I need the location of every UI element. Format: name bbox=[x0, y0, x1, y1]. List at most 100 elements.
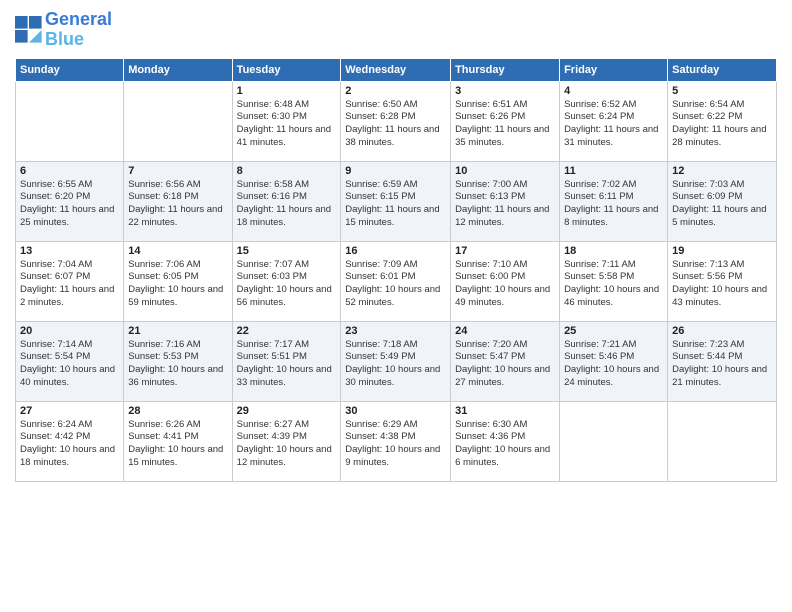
day-number: 6 bbox=[20, 165, 119, 177]
day-number: 1 bbox=[237, 85, 337, 97]
weekday-header: Friday bbox=[560, 58, 668, 81]
calendar-cell: 8 Sunrise: 6:58 AMSunset: 6:16 PMDaylight… bbox=[232, 161, 341, 241]
cell-info: Sunrise: 6:59 AMSunset: 6:15 PMDaylight:… bbox=[345, 179, 446, 230]
calendar-cell: 29 Sunrise: 6:27 AMSunset: 4:39 PMDayligh… bbox=[232, 401, 341, 481]
logo-text: GeneralBlue bbox=[45, 10, 112, 50]
day-number: 15 bbox=[237, 245, 337, 257]
day-number: 27 bbox=[20, 405, 119, 417]
day-number: 20 bbox=[20, 325, 119, 337]
day-number: 24 bbox=[455, 325, 555, 337]
weekday-header: Thursday bbox=[451, 58, 560, 81]
day-number: 22 bbox=[237, 325, 337, 337]
day-number: 28 bbox=[128, 405, 227, 417]
calendar-cell: 23Sunrise: 7:18 AMSunset: 5:49 PMDayligh… bbox=[341, 321, 451, 401]
calendar-cell: 31 Sunrise: 6:30 AMSunset: 4:36 PMDayligh… bbox=[451, 401, 560, 481]
cell-info: Sunrise: 6:50 AMSunset: 6:28 PMDaylight:… bbox=[345, 99, 446, 150]
day-number: 19 bbox=[672, 245, 772, 257]
logo: GeneralBlue bbox=[15, 10, 112, 50]
day-number: 4 bbox=[564, 85, 663, 97]
calendar-cell: 27 Sunrise: 6:24 AMSunset: 4:42 PMDayligh… bbox=[16, 401, 124, 481]
day-number: 26 bbox=[672, 325, 772, 337]
calendar-week-row: 27 Sunrise: 6:24 AMSunset: 4:42 PMDayligh… bbox=[16, 401, 777, 481]
logo-icon bbox=[15, 16, 43, 44]
calendar-cell: 4 Sunrise: 6:52 AMSunset: 6:24 PMDaylight… bbox=[560, 81, 668, 161]
day-number: 7 bbox=[128, 165, 227, 177]
weekday-header: Saturday bbox=[668, 58, 777, 81]
cell-info: Sunrise: 6:30 AMSunset: 4:36 PMDaylight:… bbox=[455, 419, 555, 470]
calendar-cell: 25Sunrise: 7:21 AMSunset: 5:46 PMDayligh… bbox=[560, 321, 668, 401]
day-number: 14 bbox=[128, 245, 227, 257]
cell-info: Sunrise: 6:48 AMSunset: 6:30 PMDaylight:… bbox=[237, 99, 337, 150]
calendar-cell: 26 Sunrise: 7:23 AMSunset: 5:44 PMDayligh… bbox=[668, 321, 777, 401]
weekday-header: Sunday bbox=[16, 58, 124, 81]
cell-info: Sunrise: 7:04 AMSunset: 6:07 PMDaylight:… bbox=[20, 259, 119, 310]
day-number: 30 bbox=[345, 405, 446, 417]
day-number: 18 bbox=[564, 245, 663, 257]
calendar-cell bbox=[124, 81, 232, 161]
calendar-table: SundayMondayTuesdayWednesdayThursdayFrid… bbox=[15, 58, 777, 482]
cell-info: Sunrise: 7:13 AMSunset: 5:56 PMDaylight:… bbox=[672, 259, 772, 310]
calendar-cell: 7 Sunrise: 6:56 AMSunset: 6:18 PMDaylight… bbox=[124, 161, 232, 241]
calendar-cell: 18Sunrise: 7:11 AMSunset: 5:58 PMDayligh… bbox=[560, 241, 668, 321]
calendar-cell: 28 Sunrise: 6:26 AMSunset: 4:41 PMDayligh… bbox=[124, 401, 232, 481]
page-header: GeneralBlue bbox=[15, 10, 777, 50]
calendar-cell bbox=[668, 401, 777, 481]
cell-info: Sunrise: 7:03 AMSunset: 6:09 PMDaylight:… bbox=[672, 179, 772, 230]
calendar-cell bbox=[560, 401, 668, 481]
calendar-cell: 1 Sunrise: 6:48 AMSunset: 6:30 PMDaylight… bbox=[232, 81, 341, 161]
cell-info: Sunrise: 7:20 AMSunset: 5:47 PMDaylight:… bbox=[455, 339, 555, 390]
cell-info: Sunrise: 6:51 AMSunset: 6:26 PMDaylight:… bbox=[455, 99, 555, 150]
day-number: 31 bbox=[455, 405, 555, 417]
day-number: 12 bbox=[672, 165, 772, 177]
day-number: 13 bbox=[20, 245, 119, 257]
cell-info: Sunrise: 6:52 AMSunset: 6:24 PMDaylight:… bbox=[564, 99, 663, 150]
calendar-cell: 3 Sunrise: 6:51 AMSunset: 6:26 PMDaylight… bbox=[451, 81, 560, 161]
cell-info: Sunrise: 7:23 AMSunset: 5:44 PMDaylight:… bbox=[672, 339, 772, 390]
weekday-header: Monday bbox=[124, 58, 232, 81]
day-number: 8 bbox=[237, 165, 337, 177]
cell-info: Sunrise: 7:17 AMSunset: 5:51 PMDaylight:… bbox=[237, 339, 337, 390]
calendar-cell: 11Sunrise: 7:02 AMSunset: 6:11 PMDayligh… bbox=[560, 161, 668, 241]
day-number: 29 bbox=[237, 405, 337, 417]
calendar-cell: 6Sunrise: 6:55 AMSunset: 6:20 PMDaylight… bbox=[16, 161, 124, 241]
calendar-cell: 30 Sunrise: 6:29 AMSunset: 4:38 PMDayligh… bbox=[341, 401, 451, 481]
calendar-cell: 12 Sunrise: 7:03 AMSunset: 6:09 PMDayligh… bbox=[668, 161, 777, 241]
day-number: 16 bbox=[345, 245, 446, 257]
day-number: 2 bbox=[345, 85, 446, 97]
day-number: 17 bbox=[455, 245, 555, 257]
cell-info: Sunrise: 7:14 AMSunset: 5:54 PMDaylight:… bbox=[20, 339, 119, 390]
day-number: 9 bbox=[345, 165, 446, 177]
calendar-week-row: 20 Sunrise: 7:14 AMSunset: 5:54 PMDayligh… bbox=[16, 321, 777, 401]
calendar-cell: 2 Sunrise: 6:50 AMSunset: 6:28 PMDaylight… bbox=[341, 81, 451, 161]
calendar-week-row: 1 Sunrise: 6:48 AMSunset: 6:30 PMDaylight… bbox=[16, 81, 777, 161]
day-number: 25 bbox=[564, 325, 663, 337]
cell-info: Sunrise: 7:06 AMSunset: 6:05 PMDaylight:… bbox=[128, 259, 227, 310]
calendar-cell: 13 Sunrise: 7:04 AMSunset: 6:07 PMDayligh… bbox=[16, 241, 124, 321]
cell-info: Sunrise: 7:02 AMSunset: 6:11 PMDaylight:… bbox=[564, 179, 663, 230]
calendar-cell: 19 Sunrise: 7:13 AMSunset: 5:56 PMDayligh… bbox=[668, 241, 777, 321]
calendar-cell: 16 Sunrise: 7:09 AMSunset: 6:01 PMDayligh… bbox=[341, 241, 451, 321]
cell-info: Sunrise: 7:00 AMSunset: 6:13 PMDaylight:… bbox=[455, 179, 555, 230]
calendar-cell bbox=[16, 81, 124, 161]
calendar-cell: 10Sunrise: 7:00 AMSunset: 6:13 PMDayligh… bbox=[451, 161, 560, 241]
weekday-header-row: SundayMondayTuesdayWednesdayThursdayFrid… bbox=[16, 58, 777, 81]
cell-info: Sunrise: 7:07 AMSunset: 6:03 PMDaylight:… bbox=[237, 259, 337, 310]
cell-info: Sunrise: 7:09 AMSunset: 6:01 PMDaylight:… bbox=[345, 259, 446, 310]
calendar-cell: 15 Sunrise: 7:07 AMSunset: 6:03 PMDayligh… bbox=[232, 241, 341, 321]
calendar-cell: 5Sunrise: 6:54 AMSunset: 6:22 PMDaylight… bbox=[668, 81, 777, 161]
calendar-cell: 14 Sunrise: 7:06 AMSunset: 6:05 PMDayligh… bbox=[124, 241, 232, 321]
calendar-cell: 20 Sunrise: 7:14 AMSunset: 5:54 PMDayligh… bbox=[16, 321, 124, 401]
cell-info: Sunrise: 6:24 AMSunset: 4:42 PMDaylight:… bbox=[20, 419, 119, 470]
cell-info: Sunrise: 6:56 AMSunset: 6:18 PMDaylight:… bbox=[128, 179, 227, 230]
cell-info: Sunrise: 6:27 AMSunset: 4:39 PMDaylight:… bbox=[237, 419, 337, 470]
cell-info: Sunrise: 6:58 AMSunset: 6:16 PMDaylight:… bbox=[237, 179, 337, 230]
calendar-week-row: 13 Sunrise: 7:04 AMSunset: 6:07 PMDayligh… bbox=[16, 241, 777, 321]
day-number: 23 bbox=[345, 325, 446, 337]
cell-info: Sunrise: 6:26 AMSunset: 4:41 PMDaylight:… bbox=[128, 419, 227, 470]
cell-info: Sunrise: 7:16 AMSunset: 5:53 PMDaylight:… bbox=[128, 339, 227, 390]
calendar-cell: 22 Sunrise: 7:17 AMSunset: 5:51 PMDayligh… bbox=[232, 321, 341, 401]
day-number: 3 bbox=[455, 85, 555, 97]
cell-info: Sunrise: 6:29 AMSunset: 4:38 PMDaylight:… bbox=[345, 419, 446, 470]
calendar-cell: 21Sunrise: 7:16 AMSunset: 5:53 PMDayligh… bbox=[124, 321, 232, 401]
cell-info: Sunrise: 7:10 AMSunset: 6:00 PMDaylight:… bbox=[455, 259, 555, 310]
